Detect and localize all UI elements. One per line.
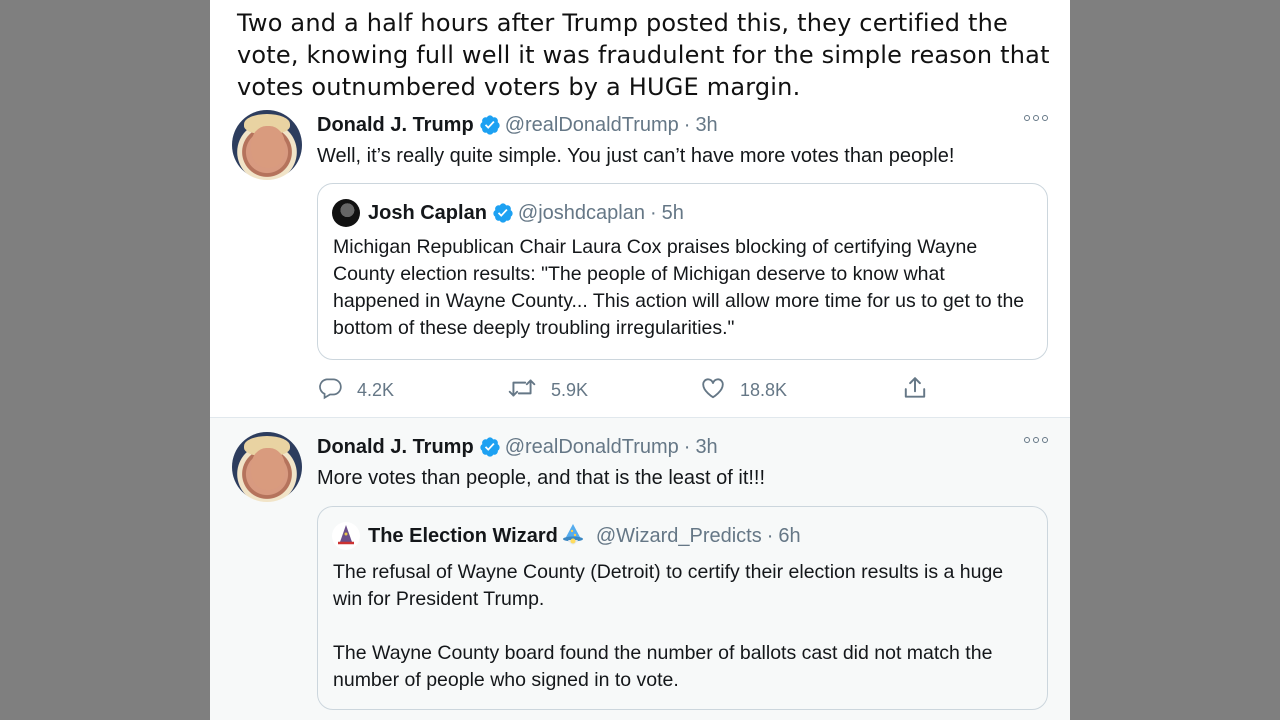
tweet-timestamp[interactable]: 5h (662, 202, 684, 225)
retweet-count: 5.9K (551, 379, 589, 400)
avatar[interactable] (332, 522, 360, 550)
quoted-tweet-header: Josh Caplan @joshdcaplan · 5h (332, 199, 684, 227)
like-button[interactable]: 18.8K (700, 375, 787, 405)
tweet-text: More votes than people, and that is the … (317, 467, 766, 489)
retweet-button[interactable]: 5.9K (507, 375, 588, 405)
verified-badge-icon (492, 202, 514, 224)
tweet-timestamp[interactable]: 6h (778, 525, 800, 548)
verified-badge-icon (479, 114, 501, 136)
share-button[interactable] (902, 375, 928, 405)
share-icon (902, 375, 928, 406)
tweet-card[interactable]: Donald J. Trump @realDonaldTrump · 3h We… (210, 105, 1070, 418)
quoted-tweet-text: Michigan Republican Chair Laura Cox prai… (333, 236, 1025, 339)
reply-button[interactable]: 4.2K (317, 375, 394, 405)
author-name[interactable]: The Election Wizard (368, 525, 558, 548)
tweet-timestamp[interactable]: 3h (695, 114, 717, 137)
more-options-icon[interactable] (1024, 115, 1048, 121)
avatar[interactable] (232, 110, 302, 180)
reply-icon (317, 375, 343, 406)
quoted-tweet-header: The Election Wizard @Wizard_Predicts · 6… (332, 522, 801, 550)
like-count: 18.8K (740, 379, 788, 400)
quoted-tweet-text: The refusal of Wayne County (Detroit) to… (333, 561, 1004, 691)
tweet-text: Well, it’s really quite simple. You just… (317, 145, 955, 167)
tweet-header: Donald J. Trump @realDonaldTrump · 3h (317, 113, 718, 137)
author-handle[interactable]: @Wizard_Predicts (596, 525, 762, 548)
author-handle[interactable]: @realDonaldTrump (505, 114, 679, 137)
reply-count: 4.2K (357, 379, 395, 400)
author-handle[interactable]: @joshdcaplan (518, 202, 645, 225)
screenshot-panel: Two and a half hours after Trump posted … (210, 0, 1070, 720)
avatar[interactable] (232, 432, 302, 502)
tweet-header: Donald J. Trump @realDonaldTrump · 3h (317, 435, 718, 459)
quoted-tweet[interactable]: Josh Caplan @joshdcaplan · 5h Michigan R… (317, 183, 1048, 360)
retweet-icon (507, 375, 537, 406)
wizard-emoji (560, 523, 586, 549)
tweet-card[interactable]: Donald J. Trump @realDonaldTrump · 3h Mo… (210, 418, 1070, 720)
tweet-timestamp[interactable]: 3h (695, 436, 717, 459)
more-options-icon[interactable] (1024, 437, 1048, 443)
author-name[interactable]: Donald J. Trump (317, 436, 474, 459)
verified-badge-icon (479, 436, 501, 458)
author-handle[interactable]: @realDonaldTrump (505, 436, 679, 459)
avatar[interactable] (332, 199, 360, 227)
caption-text: Two and a half hours after Trump posted … (237, 9, 1050, 101)
heart-icon (700, 375, 726, 406)
author-name[interactable]: Josh Caplan (368, 202, 487, 225)
tweet-actions: 4.2K 5.9K 18.8K (317, 375, 957, 405)
author-name[interactable]: Donald J. Trump (317, 114, 474, 137)
quoted-tweet[interactable]: The Election Wizard @Wizard_Predicts · 6… (317, 506, 1048, 710)
